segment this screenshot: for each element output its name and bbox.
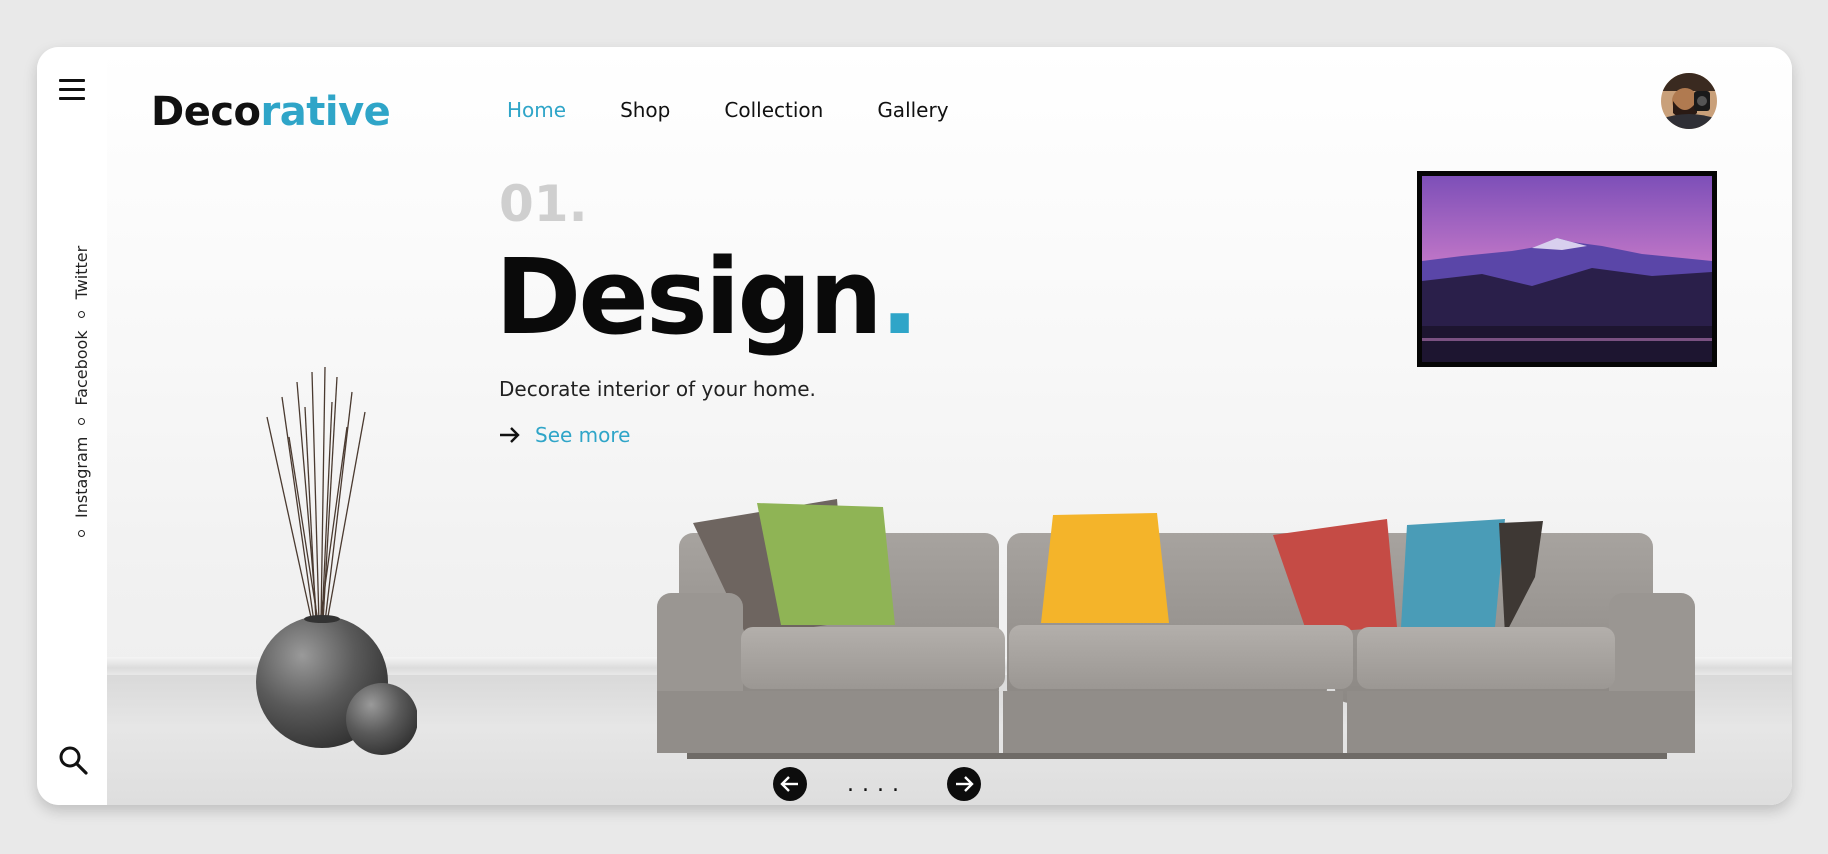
bullet-icon xyxy=(78,530,85,537)
arrow-left-icon xyxy=(780,776,798,792)
arrow-right-icon xyxy=(955,776,974,792)
wall-picture-frame xyxy=(1417,171,1717,367)
social-link-instagram[interactable]: Instagram xyxy=(72,437,91,518)
vase-decor-image xyxy=(256,366,417,755)
hero-title-dot: . xyxy=(879,236,919,358)
social-link-twitter[interactable]: Twitter xyxy=(72,246,91,300)
hero-subtitle: Decorate interior of your home. xyxy=(499,377,816,401)
hero-title: Design. xyxy=(495,235,919,360)
see-more-label: See more xyxy=(535,423,631,447)
bullet-icon xyxy=(78,311,85,319)
slider-controls: .... xyxy=(773,767,981,801)
prev-slide-button[interactable] xyxy=(773,767,807,801)
logo-text-primary: Deco xyxy=(151,89,261,135)
logo-text-accent: rative xyxy=(260,89,391,135)
nav-item-home[interactable]: Home xyxy=(507,98,566,122)
nav-item-collection[interactable]: Collection xyxy=(724,98,823,122)
hero-title-text: Design xyxy=(495,236,883,358)
social-link-facebook[interactable]: Facebook xyxy=(72,330,91,405)
search-icon[interactable] xyxy=(57,744,89,776)
arrow-right-icon xyxy=(500,427,520,443)
slide-number: 01. xyxy=(499,175,588,233)
nav-item-gallery[interactable]: Gallery xyxy=(877,98,948,122)
social-links: Instagram Facebook Twitter xyxy=(72,246,91,537)
bullet-icon xyxy=(78,417,85,425)
slide-dots-indicator[interactable]: .... xyxy=(847,772,907,797)
hero-scene xyxy=(107,47,1792,805)
next-slide-button[interactable] xyxy=(946,767,981,801)
hamburger-menu-icon[interactable] xyxy=(59,79,85,101)
main-nav: Home Shop Collection Gallery xyxy=(507,98,949,122)
nav-item-shop[interactable]: Shop xyxy=(620,98,670,122)
sofa-image xyxy=(657,499,1695,759)
see-more-link[interactable]: See more xyxy=(499,423,630,447)
mountain-landscape-image xyxy=(1422,176,1712,362)
brand-logo[interactable]: Decorative xyxy=(151,89,391,135)
sidebar: Instagram Facebook Twitter xyxy=(37,47,107,805)
main-card: Instagram Facebook Twitter Decorative Ho… xyxy=(37,47,1792,805)
user-avatar[interactable] xyxy=(1661,73,1717,129)
